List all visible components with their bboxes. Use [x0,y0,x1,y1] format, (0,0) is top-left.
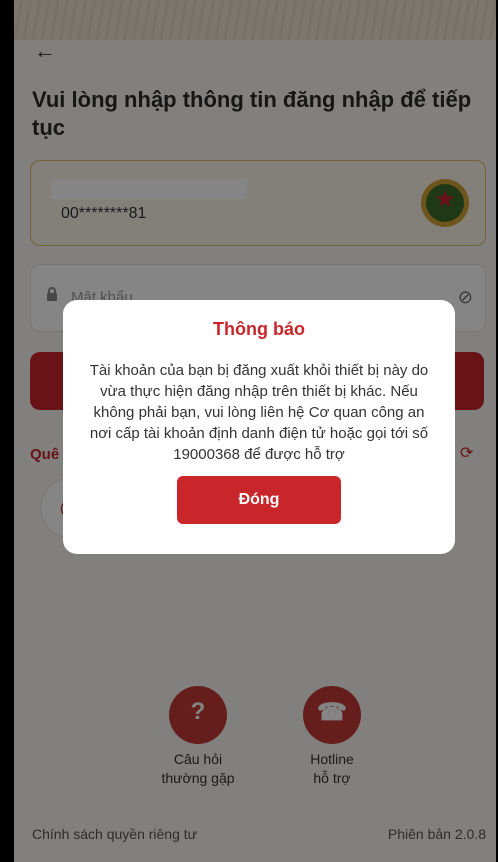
app-frame: ← Vui lòng nhập thông tin đăng nhập để t… [0,0,498,862]
close-button[interactable]: Đóng [177,476,341,524]
dialog-message: Tài khoản của bạn bị đăng xuất khỏi thiế… [89,362,429,463]
notice-dialog: Thông báo Tài khoản của bạn bị đăng xuất… [63,300,455,554]
login-screen: ← Vui lòng nhập thông tin đăng nhập để t… [14,0,496,862]
dialog-title: Thông báo [213,319,305,339]
